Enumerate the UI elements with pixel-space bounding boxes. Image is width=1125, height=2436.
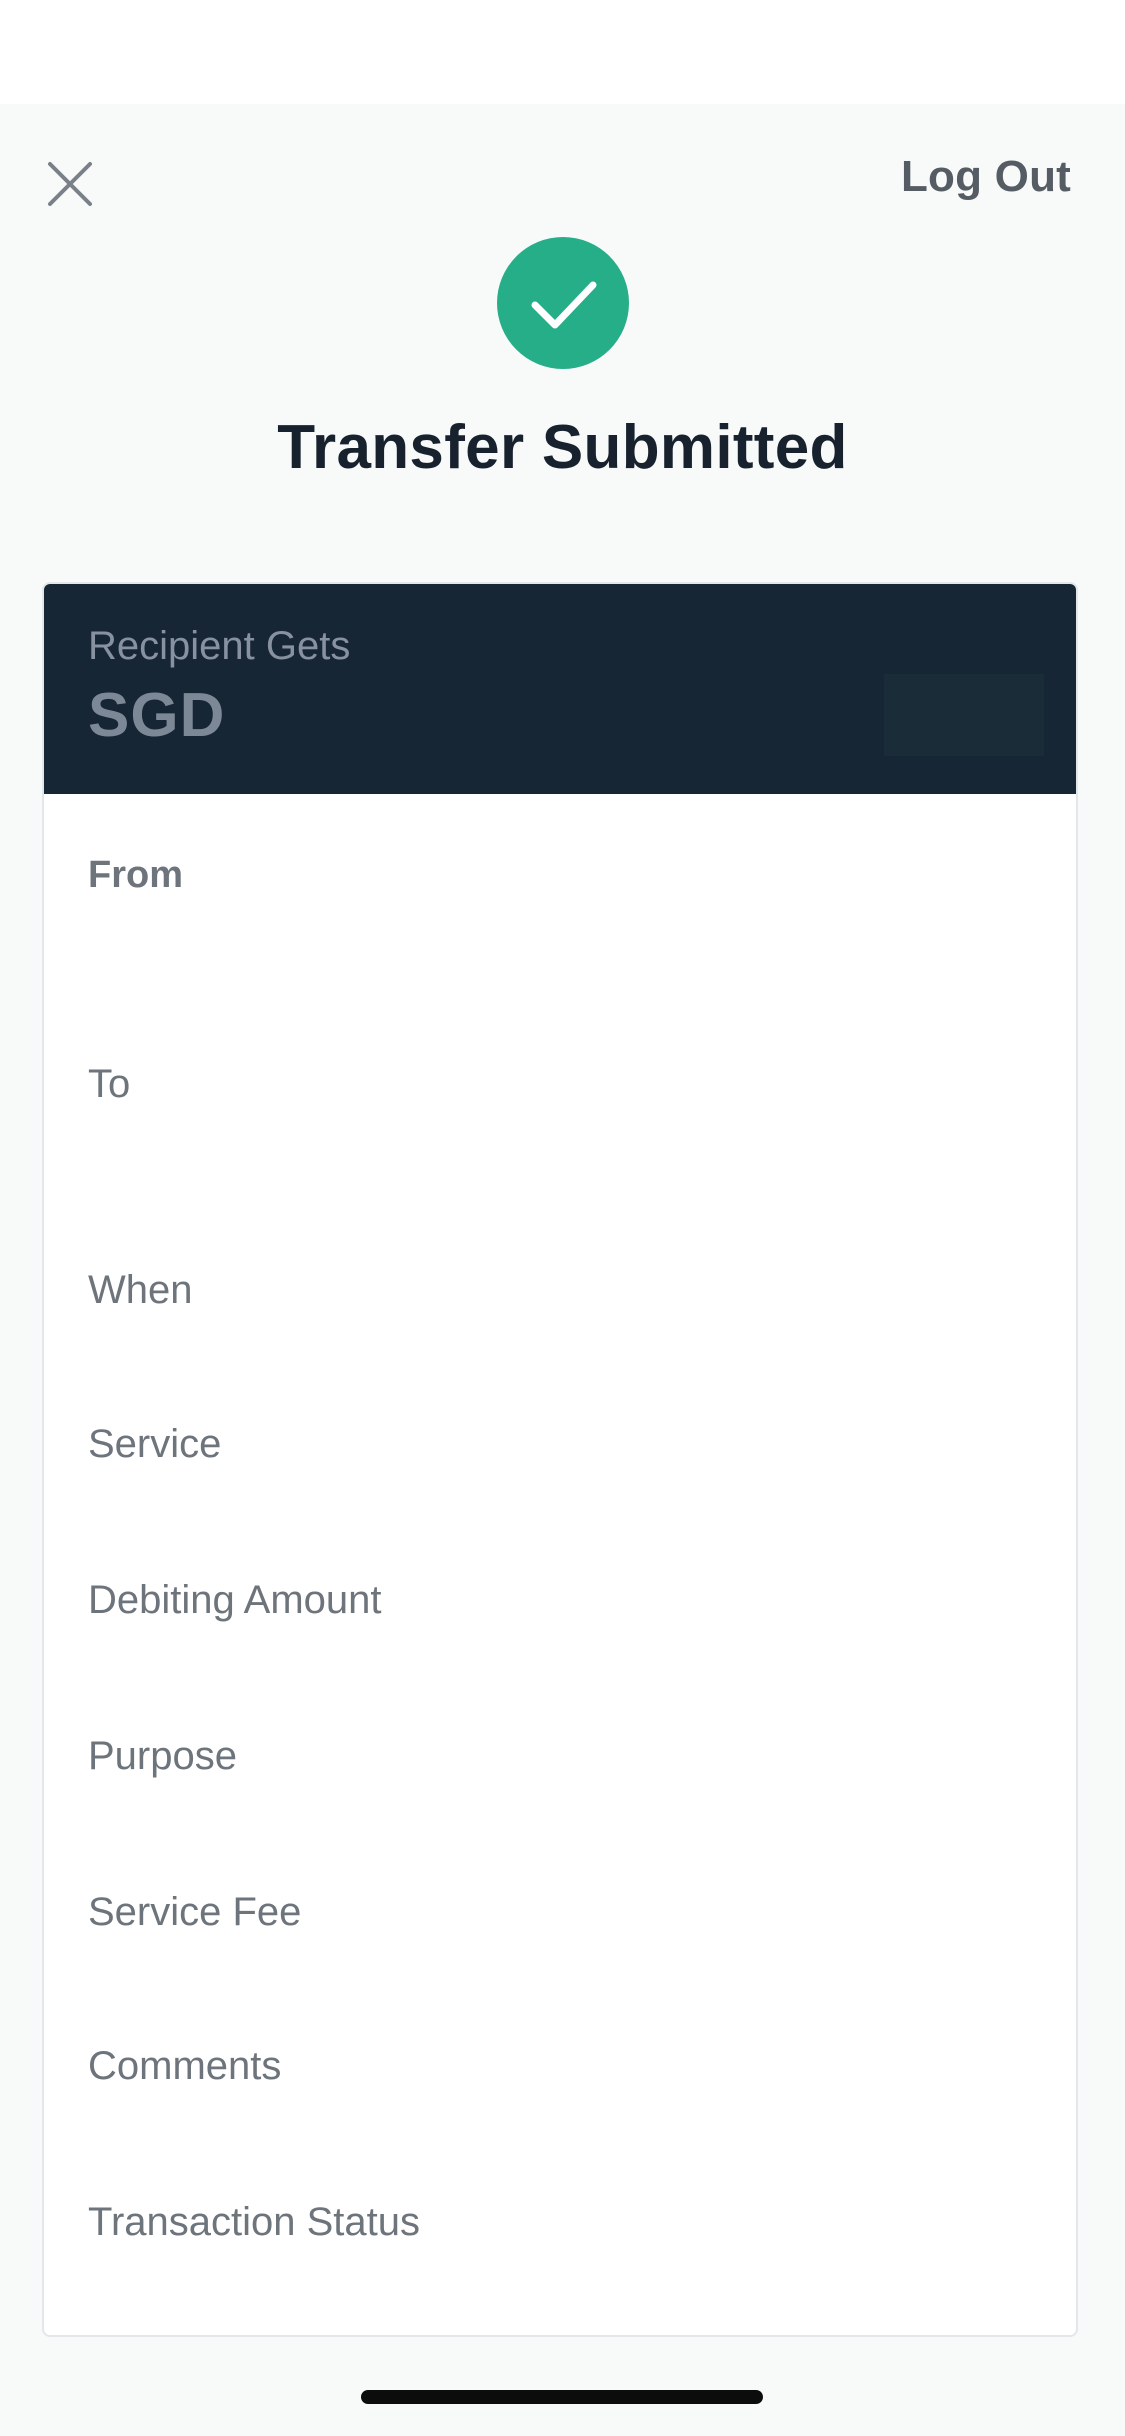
transaction-status-label: Transaction Status — [88, 2200, 421, 2244]
close-button[interactable] — [44, 158, 96, 210]
debiting-amount-label: Debiting Amount — [88, 1578, 382, 1622]
from-label: From — [88, 854, 183, 896]
recipient-summary: Recipient Gets SGD — [44, 584, 1076, 794]
to-label: To — [88, 1062, 131, 1106]
purpose-label: Purpose — [88, 1734, 237, 1778]
page-title: Transfer Submitted — [277, 413, 848, 482]
amount-redacted — [884, 674, 1044, 756]
service-label: Service — [88, 1422, 222, 1466]
transfer-details-card: Recipient Gets SGD From To When Service … — [42, 582, 1078, 2337]
recipient-gets-label: Recipient Gets — [88, 624, 351, 668]
checkmark-icon — [531, 281, 597, 329]
success-badge — [497, 237, 629, 369]
comments-label: Comments — [88, 2044, 282, 2088]
close-icon — [48, 162, 92, 206]
logout-button[interactable]: Log Out — [901, 152, 1071, 202]
service-fee-label: Service Fee — [88, 1890, 302, 1934]
currency-code: SGD — [88, 681, 226, 750]
status-bar-area — [0, 0, 1125, 104]
when-label: When — [88, 1268, 193, 1312]
home-indicator[interactable] — [361, 2390, 763, 2404]
